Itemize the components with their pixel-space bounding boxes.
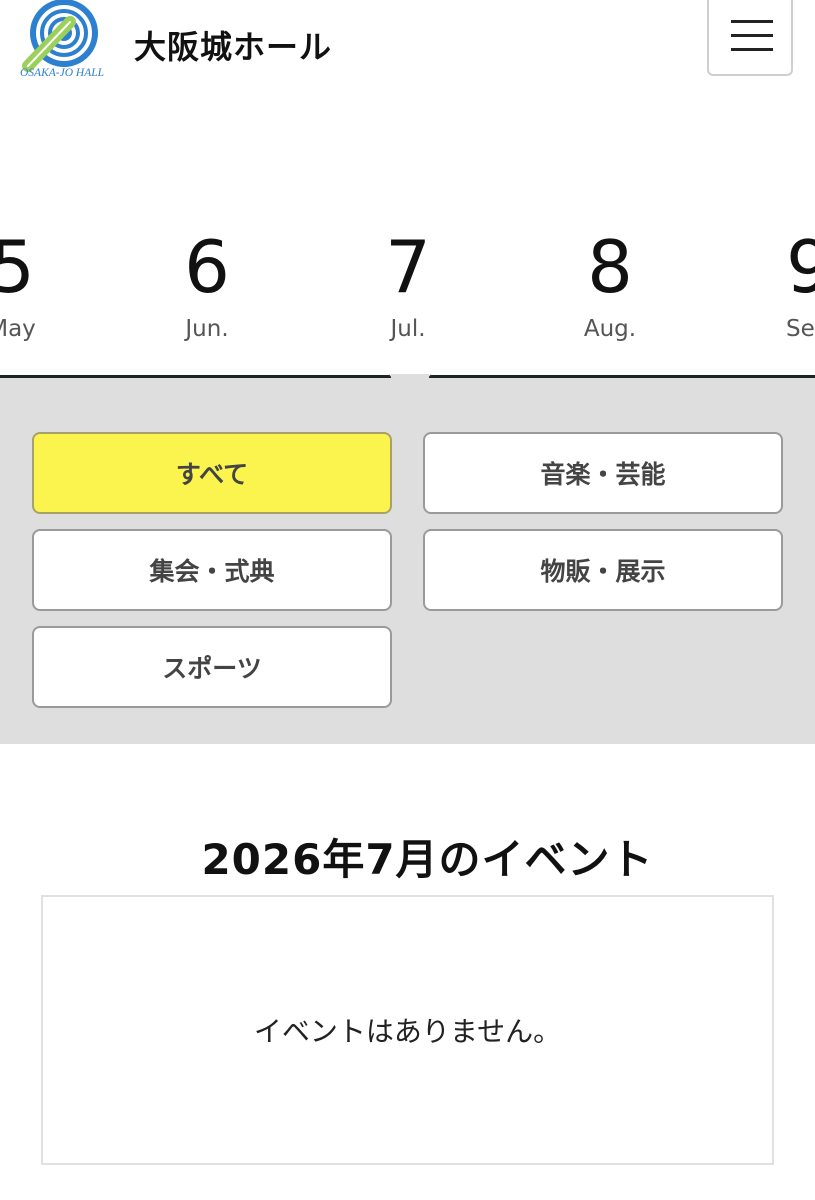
menu-button[interactable] [707, 0, 793, 76]
month-item-jul[interactable]: 7 Jul. [338, 222, 478, 344]
month-item-may[interactable]: 5 May [0, 222, 82, 344]
category-button-sales-exhibitions[interactable]: 物販・展示 [423, 529, 783, 611]
events-heading: 2026年7月のイベント [201, 835, 654, 884]
category-button-meetings-ceremonies[interactable]: 集会・式典 [32, 529, 392, 611]
month-label: Jul. [390, 316, 426, 342]
category-button-sports[interactable]: スポーツ [32, 626, 392, 708]
hamburger-menu-icon-bar [731, 48, 773, 51]
logo-mark-icon: OSAKA-JO HALL [20, 0, 104, 79]
month-label: Jun. [185, 316, 229, 342]
month-number: 8 [587, 225, 633, 309]
page: OSAKA-JO HALL 大阪城ホール 5 May 6 Jun. 7 Jul.… [0, 0, 815, 1200]
month-label: May [0, 316, 36, 342]
month-item-aug[interactable]: 8 Aug. [540, 222, 680, 344]
no-events-message: イベントはありません。 [253, 1015, 562, 1048]
category-button-music-entertainment[interactable]: 音楽・芸能 [423, 432, 783, 514]
category-filter-panel: すべて 音楽・芸能 集会・式典 物販・展示 スポーツ [0, 378, 815, 744]
svg-text:OSAKA-JO HALL: OSAKA-JO HALL [20, 67, 104, 79]
month-label: Sep. [786, 316, 815, 342]
month-number: 9 [786, 225, 815, 309]
month-item-jun[interactable]: 6 Jun. [137, 222, 277, 344]
month-number: 5 [0, 225, 35, 309]
osaka-jo-hall-logo[interactable]: OSAKA-JO HALL [18, 0, 128, 82]
month-item-sep[interactable]: 9 Sep. [743, 222, 815, 344]
category-button-all[interactable]: すべて [32, 432, 392, 514]
site-name[interactable]: 大阪城ホール [134, 22, 332, 68]
month-number: 7 [385, 225, 431, 309]
hamburger-menu-icon-bar [731, 34, 773, 37]
events-list: イベントはありません。 [41, 895, 774, 1165]
month-label: Aug. [583, 316, 637, 342]
hamburger-menu-icon [731, 20, 773, 23]
month-number: 6 [184, 225, 230, 309]
